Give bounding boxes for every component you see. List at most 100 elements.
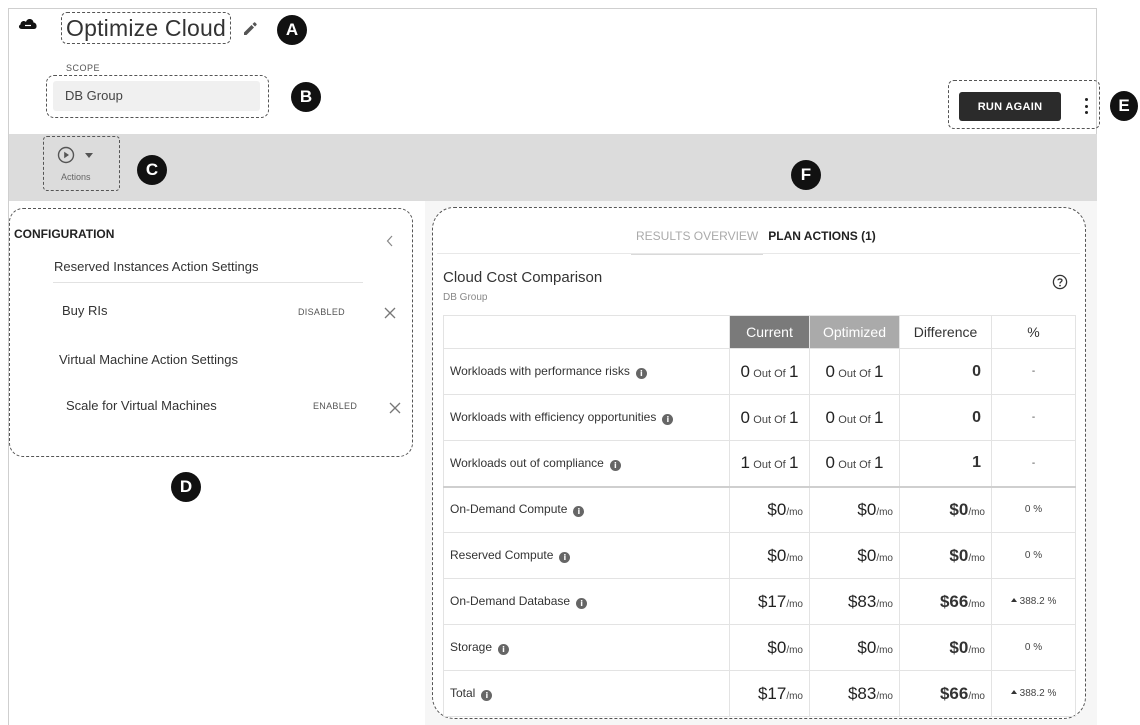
percent-value: 0 %: [991, 532, 1076, 579]
callout-d-badge: D: [171, 472, 201, 502]
increase-arrow-icon: [1010, 690, 1017, 694]
run-controls: RUN AGAIN: [948, 80, 1100, 129]
per-month-unit: /mo: [876, 690, 893, 702]
help-icon[interactable]: [1052, 274, 1068, 290]
difference-cost: $0/mo: [899, 624, 992, 671]
optimized-amount: $83: [847, 683, 877, 703]
row-label: Storage i: [443, 624, 730, 671]
scope-selector[interactable]: DB Group: [46, 75, 269, 118]
info-icon[interactable]: i: [498, 644, 510, 655]
optimized-value: 0 Out Of 1: [809, 394, 900, 441]
percent-value: 0 %: [991, 485, 1076, 533]
optimized-cost: $83/mo: [809, 578, 900, 625]
current-value: 0 Out Of 1: [729, 394, 810, 441]
optimized-count: 0: [825, 453, 835, 473]
per-month-unit: /mo: [968, 598, 985, 610]
row-label-text: On-Demand Compute: [450, 502, 568, 517]
cost-comparison-table: Current Optimized Difference % Workloads…: [443, 315, 1076, 717]
per-month-unit: /mo: [876, 598, 893, 610]
actions-label: Actions: [61, 172, 91, 182]
row-label-text: Total: [450, 686, 476, 700]
percent-value: 388.2 %: [991, 670, 1076, 717]
info-icon[interactable]: i: [573, 506, 585, 518]
scale-vms-status: ENABLED: [313, 401, 358, 411]
difference-value: 0: [899, 348, 992, 395]
per-month-unit: /mo: [786, 552, 803, 564]
table-row: Workloads with efficiency opportunities i…: [443, 394, 1076, 441]
info-icon[interactable]: i: [609, 459, 621, 471]
row-label: Total i: [443, 670, 730, 717]
row-label: Reserved Compute i: [443, 532, 730, 579]
increase-arrow-icon: [1010, 598, 1017, 602]
optimized-count: 0: [825, 407, 835, 427]
info-icon[interactable]: i: [576, 598, 588, 609]
scope-field[interactable]: DB Group: [53, 81, 260, 111]
optimized-cost: $0/mo: [809, 624, 900, 671]
optimized-amount: $0: [857, 637, 877, 657]
optimized-cost: $0/mo: [809, 485, 900, 533]
out-of-text: Out Of: [753, 413, 786, 426]
out-of-text: Out Of: [753, 459, 786, 472]
table-row: On-Demand Compute i $0/mo $0/mo $0/mo 0 %: [443, 485, 1076, 533]
current-count: 0: [740, 361, 750, 381]
per-month-unit: /mo: [968, 644, 985, 656]
configuration-title: CONFIGURATION: [14, 227, 115, 241]
optimized-cost: $0/mo: [809, 532, 900, 579]
info-icon[interactable]: i: [559, 552, 571, 563]
row-label-text: Reserved Compute: [450, 548, 554, 562]
difference-cost: $66/mo: [899, 578, 992, 625]
current-count: 1: [740, 453, 750, 473]
current-cost: $0/mo: [729, 624, 810, 671]
difference-value: 0: [899, 394, 992, 441]
percent-value: -: [991, 394, 1076, 441]
optimized-amount: $0: [857, 545, 877, 565]
row-label: Workloads out of compliance i: [443, 440, 730, 487]
current-amount: $0: [767, 499, 787, 519]
difference-cost: $66/mo: [899, 670, 992, 717]
percent-text: 0 %: [1024, 504, 1043, 516]
header-optimized: Optimized: [809, 315, 900, 349]
close-icon[interactable]: [383, 306, 397, 320]
difference-cost: $0/mo: [899, 532, 992, 579]
action-bar: [9, 134, 1097, 201]
callout-e-badge: E: [1110, 91, 1138, 121]
results-panel: RESULTS OVERVIEW PLAN ACTIONS (1) Cloud …: [432, 207, 1086, 719]
play-icon: [57, 146, 75, 164]
callout-f-badge: F: [791, 160, 821, 190]
current-amount: $17: [757, 591, 787, 611]
close-icon[interactable]: [388, 401, 402, 415]
chevron-left-icon[interactable]: [385, 235, 395, 247]
edit-pencil-icon[interactable]: [241, 19, 259, 37]
per-month-unit: /mo: [786, 644, 803, 656]
info-icon[interactable]: i: [662, 414, 674, 425]
tab-results-overview[interactable]: RESULTS OVERVIEW: [631, 222, 764, 255]
difference-amount: $0: [949, 637, 969, 657]
optimized-amount: $83: [847, 591, 877, 611]
table-row: On-Demand Database i $17/mo $83/mo $66/mo 388…: [443, 578, 1076, 625]
per-month-unit: /mo: [786, 506, 803, 518]
comparison-title: Cloud Cost Comparison: [443, 269, 603, 286]
more-options-icon[interactable]: [1083, 98, 1089, 114]
cloud-icon: [18, 19, 37, 29]
info-icon[interactable]: i: [635, 368, 647, 379]
difference-amount: $0: [949, 499, 969, 519]
out-of-text: Out Of: [753, 367, 786, 380]
percent-value: 0 %: [991, 624, 1076, 671]
difference-cost: $0/mo: [899, 485, 992, 533]
plan-title[interactable]: Optimize Cloud: [61, 12, 232, 44]
difference-value: 1: [899, 440, 992, 487]
header-current: Current: [729, 315, 810, 349]
scale-vms-label: Scale for Virtual Machines: [66, 398, 217, 413]
row-label-text: Storage: [450, 640, 493, 654]
table-row: Reserved Compute i $0/mo $0/mo $0/mo 0 %: [443, 532, 1076, 579]
out-of-text: Out Of: [838, 413, 871, 426]
run-again-button[interactable]: RUN AGAIN: [959, 92, 1061, 121]
info-icon[interactable]: i: [481, 690, 493, 701]
actions-menu[interactable]: Actions: [43, 136, 120, 191]
tab-plan-actions[interactable]: PLAN ACTIONS (1): [763, 222, 881, 255]
header-difference: Difference: [899, 315, 992, 349]
per-month-unit: /mo: [876, 644, 893, 656]
header-blank: [443, 315, 730, 349]
per-month-unit: /mo: [786, 690, 803, 702]
percent-value: -: [991, 348, 1076, 395]
